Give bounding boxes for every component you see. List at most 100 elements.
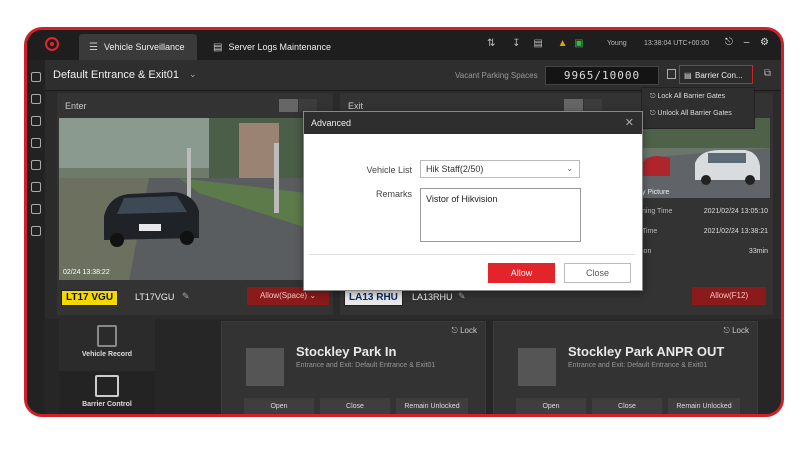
entrance-camera-image — [59, 118, 307, 280]
vacant-spaces-value: 9965/10000 — [545, 66, 659, 85]
gate-lock-button[interactable]: ⎋ Lock — [724, 326, 749, 336]
advanced-dialog: Advanced ✕ Vehicle List Hik Staff(2/50) … — [303, 111, 643, 291]
dialog-divider — [309, 254, 635, 255]
entrance-plate-text: LT17VGU — [135, 292, 175, 302]
nav-barrier-control[interactable]: Barrier Control — [59, 371, 155, 414]
minimize-icon[interactable]: – — [744, 37, 750, 48]
nav-label: Barrier Control — [82, 401, 132, 408]
barrier-control-button[interactable]: ▤ Barrier Con... — [679, 65, 753, 84]
clock: 13:38:04 UTC+00:00 — [644, 40, 710, 47]
gate-lock-button[interactable]: ⎋ Lock — [452, 326, 477, 336]
person-icon[interactable] — [31, 138, 41, 148]
gate-entrance-icon — [246, 348, 284, 386]
print-icon[interactable]: ▤ — [533, 38, 542, 49]
menu-item-label: Unlock All Barrier Gates — [657, 110, 732, 117]
gate-close-button[interactable]: Close — [592, 398, 662, 414]
gate-subtitle: Entrance and Exit: Default Entrance & Ex… — [568, 362, 708, 369]
entrance-camera-view: 02/24 13:38:22 — [59, 118, 307, 280]
barrier-control-menu: ⎋ Lock All Barrier Gates ⎋ Unlock All Ba… — [641, 87, 755, 129]
allow-button[interactable]: Allow — [488, 263, 555, 283]
exit-picture-label: y Picture — [642, 189, 670, 196]
gate-exit-icon — [518, 348, 556, 386]
gate-subtitle: Entrance and Exit: Default Entrance & Ex… — [296, 362, 436, 369]
entrance-timestamp: 02/24 13:38:22 — [63, 269, 110, 276]
unlock-all-gates-item[interactable]: ⎋ Unlock All Barrier Gates — [650, 110, 732, 118]
popout-icon[interactable]: ⧉ — [764, 68, 771, 79]
lock-label: Lock — [732, 326, 749, 335]
chevron-down-icon[interactable]: ⌄ — [189, 69, 197, 80]
download-icon[interactable]: ↧ — [512, 38, 520, 49]
barrier-control-icon — [95, 375, 119, 397]
gate-title: Stockley Park In — [296, 344, 397, 359]
exit-plate-text: LA13RHU — [412, 292, 453, 302]
status-icon[interactable]: ▣ — [574, 38, 583, 49]
exit-title: Exit — [348, 101, 364, 111]
remarks-input[interactable]: Vistor of Hikvision — [420, 188, 581, 242]
toolbar-icons: ⇅ ↧ ▤ ▲ ▣ — [487, 38, 584, 49]
vehicle-list-value: Hik Staff(2/50) — [426, 164, 484, 174]
vehicle-list-select[interactable]: Hik Staff(2/50) ⌄ — [420, 160, 580, 178]
allow-label: Allow(Space) — [259, 291, 308, 300]
alarm-icon[interactable]: ▲ — [558, 38, 568, 49]
info-label: ion — [642, 248, 652, 255]
gate-title: Stockley Park ANPR OUT — [568, 344, 725, 359]
settings-icon[interactable]: ⚙ — [760, 37, 769, 48]
close-button[interactable]: Close — [564, 263, 631, 283]
vehicle-camera-icon: ☰ — [89, 42, 98, 53]
page-title: Default Entrance & Exit01 — [53, 69, 179, 81]
vacant-spaces-label: Vacant Parking Spaces — [455, 71, 538, 80]
gate-open-button[interactable]: Open — [516, 398, 586, 414]
exit-camera-image — [640, 118, 770, 198]
tab-server-logs[interactable]: ▤ Server Logs Maintenance — [203, 34, 353, 60]
gate-remain-unlocked-button[interactable]: Remain Unlocked — [396, 398, 468, 414]
tab-label: Vehicle Surveillance — [103, 42, 185, 52]
info-value: 2021/02/24 13:38:21 — [703, 228, 768, 235]
vehicle-list-label: Vehicle List — [366, 165, 412, 175]
user-name[interactable]: Young — [607, 40, 627, 47]
dialog-title: Advanced — [311, 118, 352, 128]
window-controls: ⎋ – ⚙ — [717, 37, 769, 48]
exit-allow-button[interactable]: Allow(F12) — [692, 287, 766, 305]
entrance-plate-image: LT17 VGU — [61, 290, 119, 306]
edit-icon[interactable]: ✎ — [458, 291, 466, 302]
lock-label: Lock — [460, 326, 477, 335]
gate-card: ⎋ Lock Stockley Park ANPR OUT Entrance a… — [493, 321, 758, 414]
barrier-icon[interactable] — [31, 204, 41, 214]
gate-open-button[interactable]: Open — [244, 398, 314, 414]
chevron-down-icon: ⌄ — [566, 164, 573, 173]
monitor-icon[interactable] — [31, 94, 41, 104]
people-icon[interactable] — [31, 160, 41, 170]
picture-view-icon[interactable] — [279, 99, 298, 112]
lock-icon[interactable]: ⎋ — [725, 37, 733, 48]
menu-item-label: Lock All Barrier Gates — [657, 93, 726, 100]
barrier-icon: ▤ — [684, 71, 692, 80]
tab-vehicle-surveillance[interactable]: ☰ Vehicle Surveillance — [79, 34, 197, 60]
side-nav: Vehicle Record Barrier Control — [59, 319, 155, 414]
info-value: 33min — [748, 248, 768, 255]
sort-icon[interactable]: ⇅ — [487, 38, 495, 49]
nav-vehicle-record[interactable]: Vehicle Record — [59, 325, 155, 358]
gate-close-button[interactable]: Close — [320, 398, 390, 414]
nav-label: Vehicle Record — [81, 351, 133, 358]
title-bar: ☰ Vehicle Surveillance ▤ Server Logs Maint… — [27, 30, 781, 60]
document-icon: ▤ — [213, 42, 223, 53]
dialog-header: Advanced ✕ — [304, 112, 642, 134]
edit-icon[interactable]: ✎ — [182, 291, 190, 302]
exit-plate-image: LA13 RHU — [344, 290, 403, 306]
info-label: ning Time — [642, 208, 673, 215]
gate-remain-unlocked-button[interactable]: Remain Unlocked — [668, 398, 740, 414]
entrance-title: Enter — [65, 101, 87, 111]
alarm-bell-icon[interactable] — [31, 226, 41, 236]
info-label: Time — [642, 228, 658, 235]
vehicle-record-icon — [97, 325, 117, 347]
table-icon[interactable] — [31, 182, 41, 192]
globe-icon[interactable] — [31, 72, 41, 82]
tab-label: Server Logs Maintenance — [228, 42, 332, 52]
entrance-plate-row: LT17 VGU LT17VGU ✎ Allow(Space) ⌄ — [59, 287, 333, 309]
grid-icon[interactable] — [31, 116, 41, 126]
close-icon[interactable]: ✕ — [625, 116, 634, 129]
edit-spaces-icon[interactable] — [667, 69, 676, 79]
gate-card: ⎋ Lock Stockley Park In Entrance and Exi… — [221, 321, 486, 414]
entrance-panel: Enter 02/24 13:38:22 LT17 VGU LT17VGU ✎ … — [57, 93, 333, 315]
lock-all-gates-item[interactable]: ⎋ Lock All Barrier Gates — [650, 93, 725, 101]
